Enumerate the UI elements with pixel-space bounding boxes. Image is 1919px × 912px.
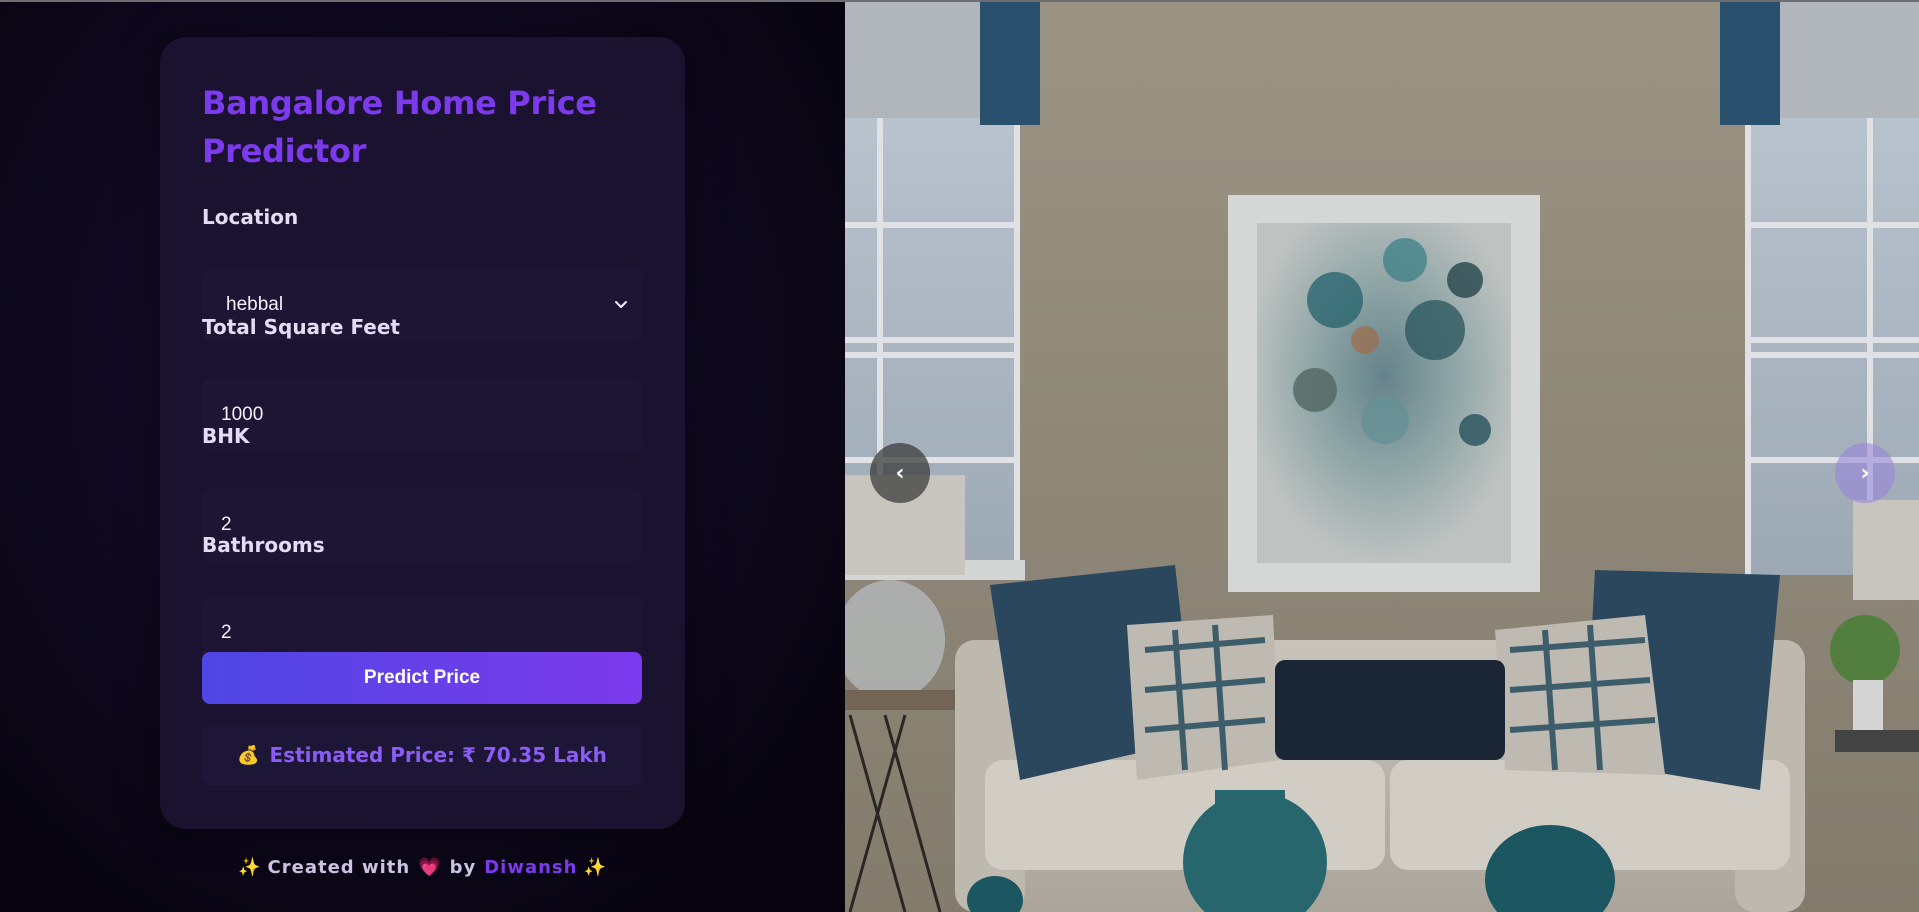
- predict-price-button[interactable]: Predict Price: [202, 652, 642, 704]
- predictor-card: Bangalore Home Price Predictor Location …: [160, 37, 685, 829]
- page-title: Bangalore Home Price Predictor: [202, 84, 597, 170]
- estimated-price-text: Estimated Price: ₹ 70.35 Lakh: [269, 743, 607, 767]
- carousel-next-button[interactable]: ›: [1835, 443, 1895, 503]
- top-divider: [0, 0, 1919, 2]
- sqft-label: Total Square Feet: [202, 315, 400, 339]
- sqft-input-value: 1000: [221, 404, 264, 425]
- footer-prefix: Created with: [267, 856, 411, 878]
- carousel-prev-button[interactable]: ‹: [870, 443, 930, 503]
- bhk-label: BHK: [202, 424, 250, 448]
- bathrooms-label: Bathrooms: [202, 533, 325, 557]
- bathrooms-input-value: 2: [221, 622, 232, 643]
- heart-icon: 💗: [418, 856, 442, 878]
- sqft-input[interactable]: 1000: [202, 378, 642, 452]
- sparkle-icon: ✨: [583, 856, 607, 878]
- living-room-photo: [845, 0, 1919, 912]
- footer-author: Diwansh: [484, 856, 578, 878]
- image-carousel: ‹ ›: [845, 0, 1919, 912]
- footer-by: by: [449, 856, 477, 878]
- sparkle-icon: ✨: [238, 856, 262, 878]
- estimated-price-result: 💰 Estimated Price: ₹ 70.35 Lakh: [202, 725, 642, 785]
- location-select-value: hebbal: [226, 294, 284, 315]
- money-bag-icon: 💰: [237, 744, 260, 766]
- left-panel: Bangalore Home Price Predictor Location …: [0, 0, 845, 912]
- footer-credit: ✨ Created with 💗 by Diwansh ✨: [160, 854, 685, 880]
- chevron-down-icon: [615, 301, 627, 308]
- location-label: Location: [202, 205, 299, 229]
